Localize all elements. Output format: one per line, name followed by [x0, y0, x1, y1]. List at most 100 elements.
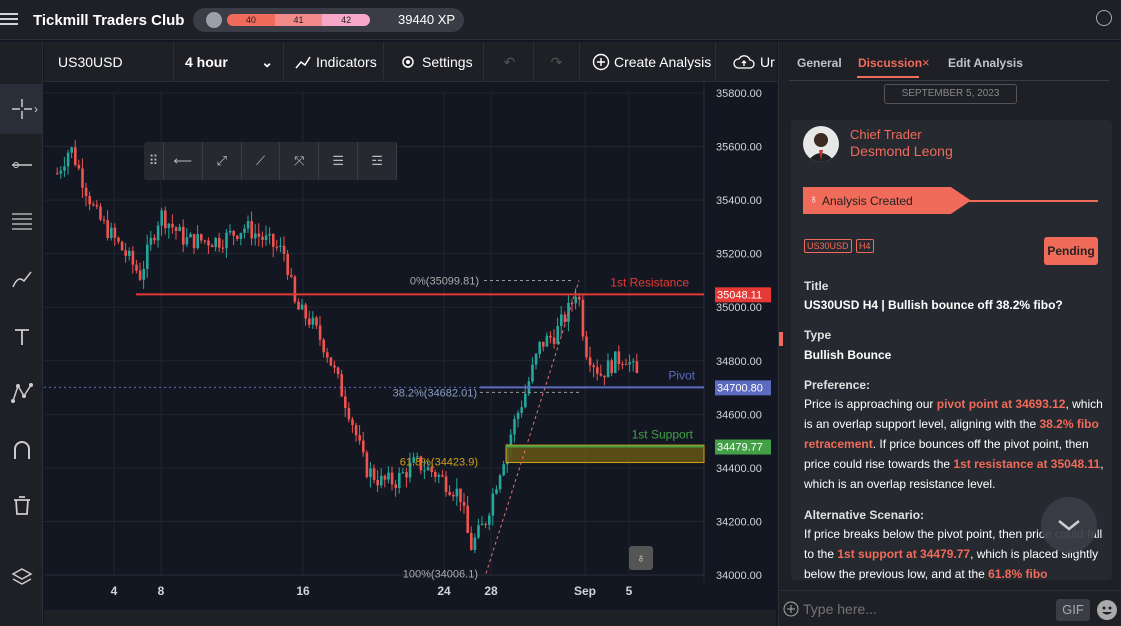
- candle: [484, 523, 487, 525]
- y-tick-label: 34800.00: [716, 356, 762, 368]
- globe-icon[interactable]: [1096, 10, 1112, 26]
- emoji-icon[interactable]: [1097, 600, 1117, 620]
- tab-edit-analysis[interactable]: Edit Analysis: [948, 56, 1023, 70]
- settings-label: Settings: [422, 54, 473, 70]
- candle: [556, 325, 559, 344]
- candle: [560, 314, 563, 326]
- analysis-type: Bullish Bounce: [804, 348, 892, 362]
- candle: [452, 494, 455, 497]
- y-tick-label: 35000.00: [716, 302, 762, 314]
- x-tick-label: 16: [296, 584, 310, 598]
- menu-icon[interactable]: [0, 10, 18, 30]
- candle: [599, 373, 603, 376]
- chart-footer: [44, 610, 776, 626]
- tab-discussion[interactable]: Discussion: [857, 56, 922, 78]
- trend-line-icon[interactable]: ⟋: [242, 142, 281, 180]
- candle: [502, 464, 505, 476]
- grip-icon[interactable]: ⠿: [144, 142, 164, 180]
- candle: [293, 276, 297, 302]
- create-analysis-button[interactable]: Create Analysis: [582, 42, 716, 82]
- horizontal-line-icon[interactable]: ⟵: [164, 142, 203, 180]
- indicators-button[interactable]: Indicators: [286, 42, 384, 82]
- ray-icon[interactable]: ⤢: [203, 142, 242, 180]
- x-tick-label: 24: [437, 584, 451, 598]
- candle: [372, 468, 376, 480]
- candle: [210, 245, 214, 248]
- timeframe-label: 4 hour: [185, 54, 228, 70]
- y-tick-label: 34600.00: [716, 409, 762, 421]
- candle: [282, 245, 286, 254]
- redo-icon[interactable]: ↷: [534, 42, 580, 82]
- candle: [117, 237, 120, 242]
- candle: [167, 223, 171, 229]
- candle: [513, 419, 516, 435]
- candle: [214, 237, 217, 248]
- candle: [459, 488, 462, 502]
- candle: [268, 234, 271, 236]
- fib-label: 61.8%(34423.9): [400, 456, 478, 468]
- x-tick-label: 4: [111, 584, 118, 598]
- gif-button[interactable]: GIF: [1056, 599, 1090, 621]
- lightbulb-icon[interactable]: ♁: [629, 546, 653, 570]
- candle: [74, 147, 77, 165]
- plus-circle-icon: [592, 53, 610, 71]
- candle: [149, 237, 153, 245]
- candle: [405, 472, 408, 478]
- tab-general[interactable]: General: [797, 56, 842, 70]
- candle: [66, 152, 70, 167]
- candle: [628, 362, 631, 365]
- preference-text: Price is approaching our pivot point at …: [804, 394, 1104, 494]
- candle: [333, 365, 336, 368]
- candle: [326, 352, 329, 358]
- candle: [398, 472, 401, 488]
- candle: [318, 325, 322, 340]
- upload-button[interactable]: Ur: [718, 42, 777, 82]
- magnet-icon[interactable]: [0, 426, 43, 476]
- candle: [232, 230, 235, 236]
- candle: [246, 221, 250, 229]
- xp-level: 40: [227, 14, 275, 26]
- message-input[interactable]: [803, 597, 1043, 621]
- banner-label: Analysis Created: [822, 194, 913, 208]
- text-tool-icon[interactable]: [0, 312, 43, 362]
- candle: [95, 204, 99, 207]
- candle: [88, 195, 91, 205]
- trash-icon[interactable]: [0, 480, 43, 530]
- timeframe-select[interactable]: 4 hour ⌄: [174, 42, 284, 82]
- resize-handle[interactable]: [779, 332, 783, 346]
- x-tick-label: 8: [158, 584, 165, 598]
- candle: [632, 361, 635, 363]
- undo-icon[interactable]: ↶: [486, 42, 534, 82]
- candle: [200, 234, 203, 241]
- candle: [603, 375, 606, 378]
- candle: [444, 476, 448, 492]
- brush-icon[interactable]: [0, 254, 43, 304]
- price-chart[interactable]: 35800.00 35600.00 35400.00 35200.00 35000.00…: [44, 82, 776, 610]
- candle: [221, 247, 225, 249]
- crosshair-icon[interactable]: ›: [0, 84, 43, 134]
- scroll-down-button[interactable]: [1041, 497, 1097, 553]
- candle: [81, 168, 84, 188]
- add-circle-icon[interactable]: [783, 601, 799, 617]
- candle: [448, 491, 451, 495]
- rank-badge-icon: [206, 12, 222, 28]
- fib-tool-icon[interactable]: [0, 196, 43, 246]
- gear-icon: [402, 56, 414, 68]
- layers-icon[interactable]: [0, 552, 43, 602]
- candle: [99, 206, 102, 220]
- candle: [423, 470, 426, 472]
- extended-line-icon[interactable]: ⤧: [280, 142, 320, 180]
- candle: [203, 240, 207, 242]
- candle: [344, 396, 347, 408]
- candle: [243, 228, 246, 233]
- close-tab-icon[interactable]: ×: [922, 55, 930, 70]
- fib-extension-icon[interactable]: ☲: [358, 142, 397, 180]
- candle: [473, 537, 477, 551]
- fib-retracement-icon[interactable]: ☰: [319, 142, 359, 180]
- chart-toolbar: US30USD 4 hour ⌄ Indicators Settings ↶ ↷…: [44, 42, 777, 82]
- trend-line-tool-icon[interactable]: [0, 140, 43, 190]
- symbol-selector[interactable]: US30USD: [44, 42, 174, 82]
- candle: [531, 364, 534, 382]
- settings-button[interactable]: Settings: [386, 42, 484, 82]
- pattern-tool-icon[interactable]: [0, 368, 43, 418]
